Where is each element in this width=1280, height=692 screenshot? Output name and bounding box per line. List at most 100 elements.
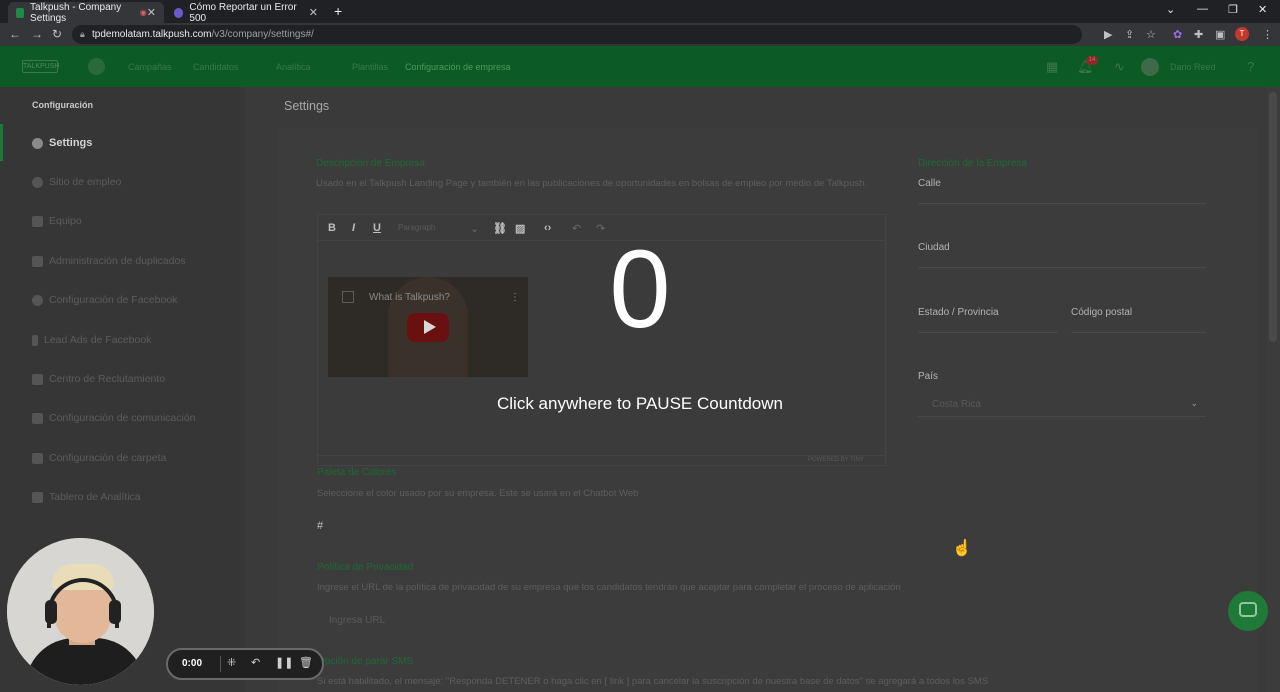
city-input[interactable] [918, 267, 1206, 268]
sidebar-item-settings[interactable]: Settings [32, 137, 92, 149]
back-icon[interactable]: ← [9, 27, 21, 41]
activity-icon[interactable]: ∿ [1114, 59, 1125, 75]
page-title: Settings [284, 99, 330, 113]
state-input[interactable] [918, 332, 1058, 333]
facebook-f-icon [32, 334, 38, 346]
more-icon[interactable]: ⋮ [510, 292, 520, 303]
chevron-down-icon: ⌄ [1190, 398, 1198, 408]
nav-analytics[interactable]: Analítica [276, 62, 311, 72]
menu-icon[interactable]: ⋮ [1262, 28, 1273, 41]
nav-campaigns[interactable]: Campañas [128, 62, 172, 72]
app-header: TALKPUSH Campañas Candidatos Analítica P… [0, 46, 1280, 87]
country-label: País [918, 371, 939, 382]
pause-icon[interactable]: ❚❚ [275, 656, 293, 669]
tab-title: Cómo Reportar un Error 500 [189, 1, 297, 24]
sidebar-item-duplicates[interactable]: Administración de duplicados [32, 255, 186, 267]
sms-title: Opción de parar SMS [317, 656, 414, 667]
sidebar-item-team[interactable]: Equipo [32, 215, 82, 227]
privacy-url-input[interactable] [317, 608, 557, 632]
app-logo[interactable]: TALKPUSH [22, 60, 59, 73]
privacy-url-field[interactable] [317, 608, 557, 632]
active-indicator [0, 124, 3, 161]
company-description-desc: Usado en el Talkpush Landing Page y tamb… [316, 178, 868, 189]
minimize-icon[interactable]: — [1197, 3, 1208, 15]
sidebar-item-lead-ads[interactable]: Lead Ads de Facebook [32, 334, 151, 346]
street-input[interactable] [918, 203, 1206, 204]
calendar-icon[interactable]: ▦ [1046, 59, 1058, 75]
share-icon[interactable]: ⇪ [1125, 28, 1134, 41]
bold-icon[interactable]: B [328, 222, 336, 234]
recording-dot-icon: ◉ [139, 8, 147, 17]
chart-icon [32, 491, 43, 503]
country-select[interactable]: Costa Rica ⌄ [918, 393, 1206, 417]
trash-icon[interactable]: 🗑︎ [299, 656, 313, 669]
forward-icon[interactable]: → [31, 27, 43, 41]
profile-avatar[interactable]: T [1235, 27, 1249, 41]
notification-badge: 14 [1086, 56, 1098, 65]
countdown-number[interactable]: 0 [540, 225, 740, 355]
close-tab-icon[interactable]: ✕ [147, 6, 156, 19]
webcam-bubble[interactable] [7, 538, 154, 685]
gear-icon [32, 137, 43, 149]
scrollbar-thumb[interactable] [1269, 92, 1277, 342]
restore-icon[interactable]: ❐ [1228, 3, 1238, 16]
help-icon[interactable]: ? [1247, 59, 1254, 74]
powered-by-label: POWERED BY TINY [808, 457, 864, 463]
countdown-hint[interactable]: Click anywhere to PAUSE Countdown [440, 394, 840, 414]
privacy-desc: Ingrese el URL de la política de privaci… [317, 582, 901, 593]
folder-icon [32, 452, 43, 464]
extension-icon[interactable]: ✿ [1173, 28, 1182, 41]
postal-code-input[interactable] [1071, 332, 1206, 333]
embedded-video[interactable]: What is Talkpush? ⋮ [328, 277, 528, 377]
globe-icon [32, 176, 43, 188]
sidebar-item-facebook-config[interactable]: Configuración de Facebook [32, 294, 177, 306]
reload-icon[interactable]: ↻ [52, 27, 62, 41]
nav-templates[interactable]: Plantillas [352, 62, 388, 72]
tab-company-settings[interactable]: Talkpush - Company Settings ◉ ✕ [8, 2, 164, 24]
recording-time: 0:00 [182, 658, 203, 669]
paragraph-select[interactable]: Paragraph [398, 223, 435, 232]
sidebar-item-analytics-dashboard[interactable]: Tablero de Analítica [32, 491, 141, 503]
tab-reportar-error[interactable]: Cómo Reportar un Error 500 ✕ [166, 1, 326, 24]
talkpush-favicon-icon [16, 7, 25, 18]
link-icon[interactable]: ⛓ [493, 222, 507, 235]
camera-icon[interactable]: ▶ [1104, 28, 1112, 41]
company-avatar-icon[interactable] [88, 58, 105, 75]
building-icon [32, 373, 43, 385]
merge-icon [32, 255, 43, 267]
sidebar-item-folder[interactable]: Configuración de carpeta [32, 452, 166, 464]
user-avatar[interactable] [1141, 58, 1159, 76]
nav-company-settings[interactable]: Configuración de empresa [405, 62, 511, 72]
bookmark-star-icon[interactable]: ☆ [1146, 28, 1156, 41]
address-bar[interactable]: 🔒︎ tpdemolatam.talkpush.com/v3/company/s… [72, 25, 1082, 44]
italic-icon[interactable]: I [352, 222, 355, 234]
drag-grid-icon[interactable]: ⁜ [227, 656, 236, 669]
sidebar-item-label: Configuración de Facebook [49, 294, 178, 306]
chat-widget-button[interactable] [1228, 591, 1268, 631]
state-label: Estado / Provincia [918, 307, 999, 318]
new-tab-button[interactable]: + [334, 3, 342, 19]
nav-candidates[interactable]: Candidatos [193, 62, 239, 72]
close-window-icon[interactable]: ✕ [1258, 3, 1267, 16]
sidebar-item-job-site[interactable]: Sitio de empleo [32, 176, 121, 188]
color-hex-input[interactable]: # [317, 520, 323, 532]
tab-search-icon[interactable]: ⌄ [1166, 3, 1175, 16]
video-title: What is Talkpush? [369, 292, 450, 303]
chevron-down-icon[interactable]: ⌄ [470, 222, 479, 235]
image-icon[interactable]: ▨ [515, 222, 525, 235]
sidebar-item-label: Sitio de empleo [49, 176, 122, 188]
puzzle-icon[interactable]: ✚ [1194, 28, 1203, 41]
palette-title: Paleta de Colores [317, 467, 397, 478]
user-name[interactable]: Dario Reed [1170, 62, 1216, 72]
sms-desc: Si está habilitado, el mensaje: "Respond… [317, 676, 989, 687]
sidebar-item-recruiting-center[interactable]: Centro de Reclutamiento [32, 373, 165, 385]
sidebar-item-communication[interactable]: Configuración de comunicación [32, 412, 196, 424]
city-label: Ciudad [918, 242, 950, 253]
palette-desc: Seleccione el color usado por su empresa… [317, 488, 639, 499]
sidebar-icon[interactable]: ▣ [1215, 28, 1225, 41]
restart-icon[interactable]: ↶ [251, 656, 260, 669]
play-icon [424, 320, 436, 334]
close-tab-icon[interactable]: ✕ [309, 6, 318, 19]
sidebar-item-label: Configuración de carpeta [49, 452, 167, 464]
underline-icon[interactable]: U [373, 222, 381, 234]
